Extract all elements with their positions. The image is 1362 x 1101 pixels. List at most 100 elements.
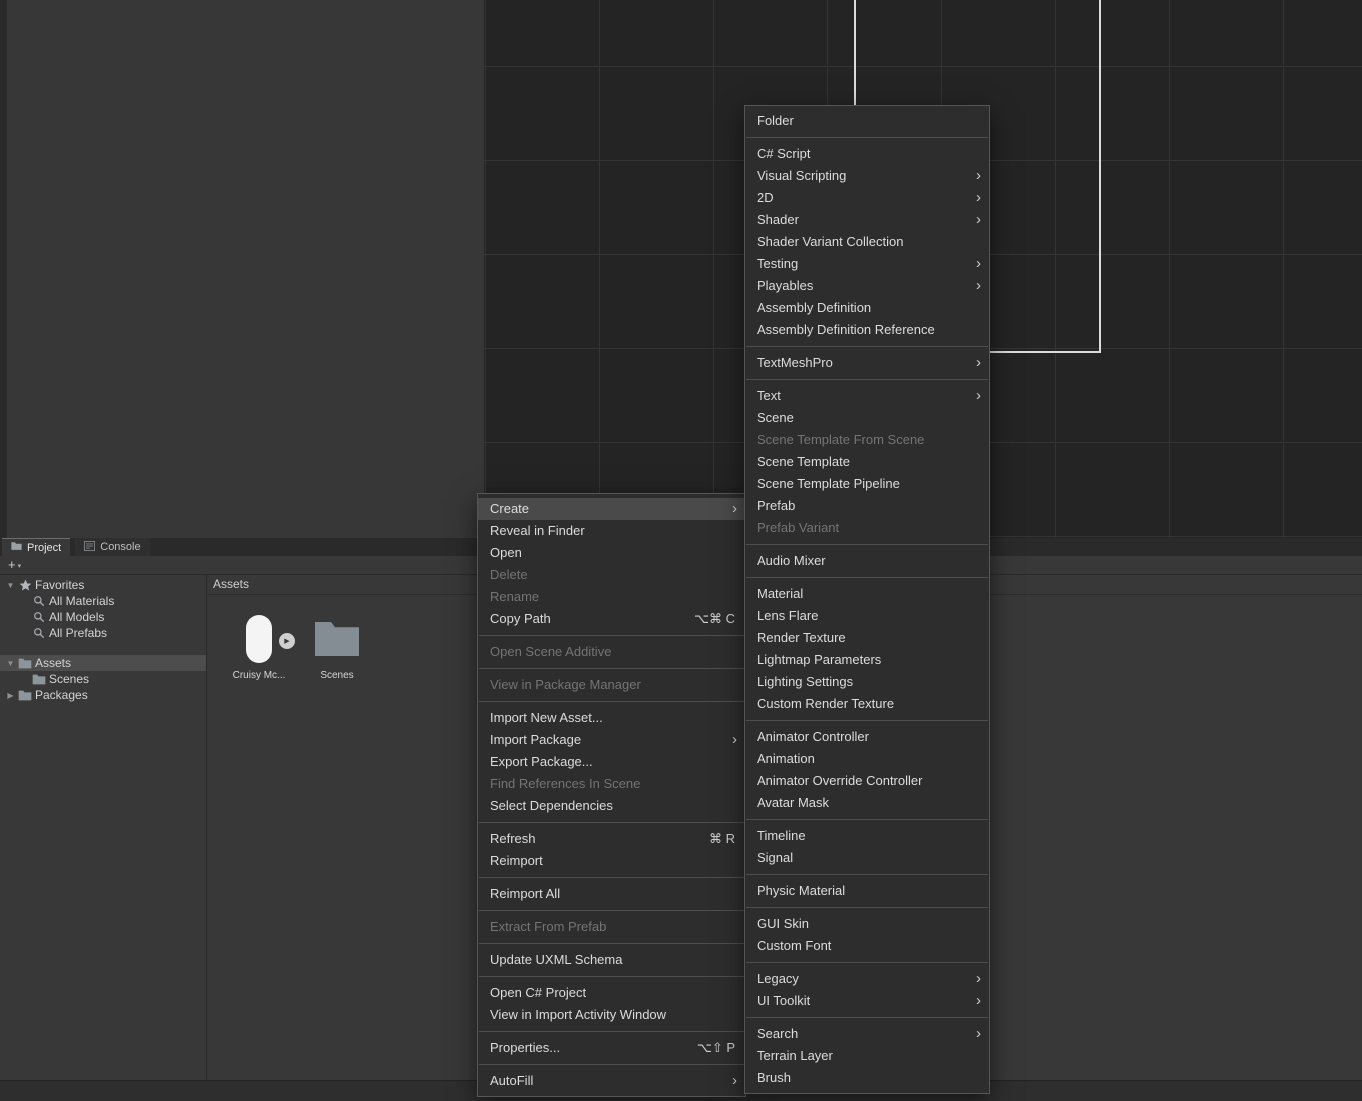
tab-console[interactable]: Console <box>75 538 150 556</box>
tree-item-favorites[interactable]: ▼ Favorites <box>0 577 206 593</box>
menu-item-timeline[interactable]: Timeline <box>745 825 989 847</box>
play-badge-icon[interactable]: ▶ <box>279 633 295 649</box>
tree-item-assets[interactable]: ▼ Assets <box>0 655 206 671</box>
tree-item-all-models[interactable]: All Models <box>0 609 206 625</box>
submenu-arrow-icon: › <box>976 189 981 206</box>
menu-item-update-uxml-schema[interactable]: Update UXML Schema <box>478 949 745 971</box>
tree-item-all-prefabs[interactable]: All Prefabs <box>0 625 206 641</box>
menu-item-custom-font[interactable]: Custom Font <box>745 935 989 957</box>
menu-item-scene-template[interactable]: Scene Template <box>745 451 989 473</box>
menu-item-signal[interactable]: Signal <box>745 847 989 869</box>
menu-item-scene[interactable]: Scene <box>745 407 989 429</box>
tree-item-packages[interactable]: ▶ Packages <box>0 687 206 703</box>
menu-separator <box>746 819 988 820</box>
menu-item-import-new-asset[interactable]: Import New Asset... <box>478 707 745 729</box>
context-menu: Create › Reveal in Finder Open Delete Rename C… <box>477 493 746 1097</box>
menu-item-label: Properties... <box>490 1040 561 1055</box>
asset-label: Scenes <box>320 670 354 681</box>
menu-shortcut: ⌥⌘ C <box>694 611 735 626</box>
asset-item-cruisy-mc[interactable]: ▶ Cruisy Mc... <box>227 613 295 681</box>
menu-item-lens-flare[interactable]: Lens Flare <box>745 605 989 627</box>
menu-item-label: Brush <box>757 1070 791 1085</box>
menu-item-label: Import New Asset... <box>490 710 603 725</box>
menu-item-legacy[interactable]: Legacy › <box>745 968 989 990</box>
menu-item-c-script[interactable]: C# Script <box>745 143 989 165</box>
menu-item-lightmap-parameters[interactable]: Lightmap Parameters <box>745 649 989 671</box>
menu-item-view-in-import-activity-window[interactable]: View in Import Activity Window <box>478 1004 745 1026</box>
menu-item-label: Scene Template Pipeline <box>757 476 900 491</box>
menu-item-copy-path[interactable]: Copy Path ⌥⌘ C <box>478 608 745 630</box>
menu-item-properties[interactable]: Properties... ⌥⇧ P <box>478 1037 745 1059</box>
expander-open-icon[interactable]: ▼ <box>4 659 17 668</box>
menu-separator <box>746 346 988 347</box>
menu-item-label: Create <box>490 501 530 516</box>
menu-item-text[interactable]: Text › <box>745 385 989 407</box>
menu-item-label: Testing <box>757 256 799 271</box>
tab-console-label: Console <box>100 541 141 553</box>
menu-item-render-texture[interactable]: Render Texture <box>745 627 989 649</box>
menu-item-shader-variant-collection[interactable]: Shader Variant Collection <box>745 231 989 253</box>
menu-item-label: Delete <box>490 567 528 582</box>
tree-item-scenes[interactable]: Scenes <box>0 671 206 687</box>
menu-item-material[interactable]: Material <box>745 583 989 605</box>
menu-item-create[interactable]: Create › <box>478 498 745 520</box>
menu-item-ui-toolkit[interactable]: UI Toolkit › <box>745 990 989 1012</box>
menu-separator <box>479 1064 744 1065</box>
menu-item-playables[interactable]: Playables › <box>745 275 989 297</box>
menu-item-label: Render Texture <box>757 630 846 645</box>
menu-item-animator-override-controller[interactable]: Animator Override Controller <box>745 770 989 792</box>
menu-item-label: Find References In Scene <box>490 776 641 791</box>
menu-item-open[interactable]: Open <box>478 542 745 564</box>
menu-item-lighting-settings[interactable]: Lighting Settings <box>745 671 989 693</box>
menu-item-import-package[interactable]: Import Package › <box>478 729 745 751</box>
expander-open-icon[interactable]: ▼ <box>4 581 17 590</box>
create-asset-plus-button[interactable]: + ▾ <box>8 557 21 572</box>
menu-item-audio-mixer[interactable]: Audio Mixer <box>745 550 989 572</box>
menu-item-brush[interactable]: Brush <box>745 1067 989 1089</box>
menu-item-reveal-in-finder[interactable]: Reveal in Finder <box>478 520 745 542</box>
menu-item-label: Open Scene Additive <box>490 644 612 659</box>
folder-thumbnail-icon <box>305 613 369 665</box>
menu-item-custom-render-texture[interactable]: Custom Render Texture <box>745 693 989 715</box>
menu-item-prefab-variant: Prefab Variant <box>745 517 989 539</box>
menu-item-avatar-mask[interactable]: Avatar Mask <box>745 792 989 814</box>
console-icon <box>84 540 96 554</box>
project-folder-icon <box>11 541 22 554</box>
menu-item-2d[interactable]: 2D › <box>745 187 989 209</box>
left-dock-edge <box>0 0 7 538</box>
menu-item-scene-template-pipeline[interactable]: Scene Template Pipeline <box>745 473 989 495</box>
menu-item-visual-scripting[interactable]: Visual Scripting › <box>745 165 989 187</box>
capsule-shape <box>246 615 272 663</box>
menu-item-testing[interactable]: Testing › <box>745 253 989 275</box>
menu-item-label: Playables <box>757 278 814 293</box>
menu-item-animator-controller[interactable]: Animator Controller <box>745 726 989 748</box>
asset-item-scenes[interactable]: Scenes <box>305 613 369 681</box>
menu-item-textmeshpro[interactable]: TextMeshPro › <box>745 352 989 374</box>
menu-item-assembly-definition-reference[interactable]: Assembly Definition Reference <box>745 319 989 341</box>
menu-separator <box>746 577 988 578</box>
tab-project[interactable]: Project <box>2 538 71 556</box>
menu-item-reimport[interactable]: Reimport <box>478 850 745 872</box>
menu-item-reimport-all[interactable]: Reimport All <box>478 883 745 905</box>
menu-item-gui-skin[interactable]: GUI Skin <box>745 913 989 935</box>
menu-item-label: Copy Path <box>490 611 551 626</box>
expander-closed-icon[interactable]: ▶ <box>4 691 17 700</box>
menu-item-autofill[interactable]: AutoFill › <box>478 1070 745 1092</box>
menu-item-terrain-layer[interactable]: Terrain Layer <box>745 1045 989 1067</box>
menu-item-shader[interactable]: Shader › <box>745 209 989 231</box>
menu-item-label: Select Dependencies <box>490 798 613 813</box>
menu-item-label: Open C# Project <box>490 985 587 1000</box>
menu-item-prefab[interactable]: Prefab <box>745 495 989 517</box>
menu-item-assembly-definition[interactable]: Assembly Definition <box>745 297 989 319</box>
menu-item-open-c-project[interactable]: Open C# Project <box>478 982 745 1004</box>
menu-item-refresh[interactable]: Refresh ⌘ R <box>478 828 745 850</box>
menu-item-physic-material[interactable]: Physic Material <box>745 880 989 902</box>
menu-item-search[interactable]: Search › <box>745 1023 989 1045</box>
menu-item-animation[interactable]: Animation <box>745 748 989 770</box>
menu-item-label: Custom Render Texture <box>757 696 895 711</box>
menu-item-export-package[interactable]: Export Package... <box>478 751 745 773</box>
menu-item-select-dependencies[interactable]: Select Dependencies <box>478 795 745 817</box>
menu-item-folder[interactable]: Folder <box>745 110 989 132</box>
tree-item-all-materials[interactable]: All Materials <box>0 593 206 609</box>
menu-item-label: 2D <box>757 190 774 205</box>
